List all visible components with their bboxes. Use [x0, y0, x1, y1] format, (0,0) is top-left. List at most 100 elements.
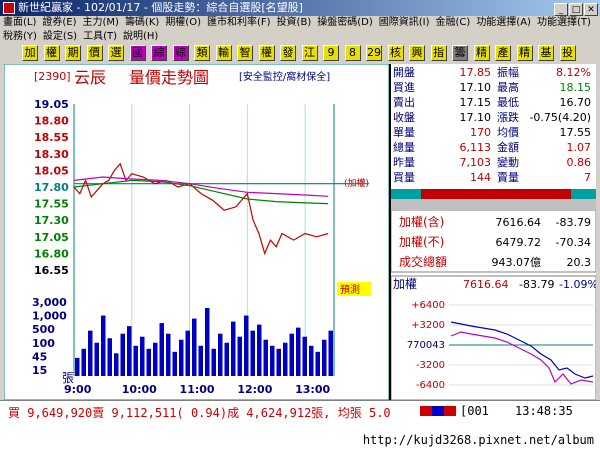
- toolbar-button-5[interactable]: 國: [129, 45, 146, 61]
- toolbar-button-20[interactable]: 籌: [452, 45, 468, 61]
- quote-value: 8.12%: [556, 66, 591, 79]
- price-tick-label: 18.80: [34, 115, 69, 128]
- toolbar-button-9[interactable]: 輸: [215, 45, 232, 61]
- toolbar-button-14[interactable]: 9: [323, 45, 339, 61]
- quote-label: 變動: [497, 155, 519, 169]
- quote-value: 17.85: [460, 66, 492, 79]
- price-tick-label: 18.05: [34, 164, 69, 177]
- close-button[interactable]: ✕: [584, 3, 598, 16]
- menu-item-menu1-8[interactable]: 國際資訊(I): [376, 16, 433, 30]
- menu-item-menu1-9[interactable]: 金融(C): [433, 16, 474, 30]
- volume-bar: [198, 345, 203, 376]
- toolbar-button-4[interactable]: 選: [108, 45, 124, 61]
- quote-value: 1.07: [567, 141, 592, 154]
- menu-item-menu2-0[interactable]: 稅務(Y): [0, 30, 40, 44]
- volume-bar: [296, 327, 301, 376]
- menu-item-menu2-1[interactable]: 設定(S): [40, 30, 80, 44]
- index-summary-label: 加權(不): [399, 235, 444, 249]
- quote-label: 買量: [393, 171, 415, 184]
- volume-bar: [94, 342, 99, 376]
- toolbar-button-1[interactable]: 權: [43, 45, 60, 61]
- quote-label: 昨量: [393, 156, 415, 169]
- volume-bar: [257, 324, 262, 376]
- mini-chart-tick: 770043: [407, 340, 445, 351]
- toolbar-button-17[interactable]: 核: [387, 45, 404, 61]
- index-summary-change: -83.79: [556, 216, 591, 229]
- toolbar-button-23[interactable]: 精: [516, 45, 533, 61]
- quick-toolbar: 加權期價選國綜綜類輸智權發江 9 8 29 核興指籌精產精基投: [0, 44, 600, 62]
- maximize-button[interactable]: □: [569, 3, 583, 16]
- quote-label: 振幅: [497, 65, 519, 79]
- toolbar-button-6[interactable]: 綜: [151, 45, 167, 61]
- menu-item-menu1-2[interactable]: 主力(M): [80, 16, 122, 30]
- volume-tick-label: 1,000: [32, 310, 67, 323]
- menu-item-menu1-5[interactable]: 匯市和利率(F): [204, 16, 274, 30]
- toolbar-button-0[interactable]: 加: [22, 45, 38, 61]
- price-tick-label: 18.55: [34, 131, 69, 144]
- main-area: [2390] 云辰 量價走勢圖 [安全監控/窩材保全] (加權) 預測 張 19…: [3, 63, 596, 401]
- volume-bar: [211, 348, 216, 376]
- menu-item-menu1-10[interactable]: 功能選擇(A): [473, 16, 534, 30]
- bid-ask-bar: [421, 189, 571, 199]
- toolbar-button-2[interactable]: 期: [65, 45, 81, 61]
- index-summary-value: 943.07億: [492, 256, 542, 269]
- time-tick-label: 10:00: [122, 383, 157, 396]
- quote-value: 6,113: [460, 141, 492, 154]
- quote-label: 賣量: [497, 170, 519, 184]
- toolbar-button-11[interactable]: 權: [258, 45, 275, 61]
- menu-item-menu1-3[interactable]: 籌碼(K): [122, 16, 162, 30]
- volume-bar: [81, 348, 86, 376]
- toolbar-button-15[interactable]: 8: [344, 45, 361, 61]
- toolbar-button-24[interactable]: 基: [538, 45, 554, 61]
- volume-bar: [127, 326, 132, 376]
- window-title: 新世紀贏家 - 102/01/17 - 個股走勢：綜合自選股[名望股]: [18, 1, 303, 14]
- pre-open-text: 預測: [340, 283, 360, 296]
- toolbar-button-18[interactable]: 興: [409, 45, 425, 61]
- quote-value: 18.15: [560, 81, 592, 94]
- toolbar-button-12[interactable]: 發: [280, 45, 296, 61]
- toolbar-button-21[interactable]: 精: [473, 45, 490, 61]
- volume-bar: [133, 345, 138, 376]
- stock-tag: [安全監控/窩材保全]: [239, 70, 330, 83]
- toolbar-button-22[interactable]: 產: [495, 45, 511, 61]
- toolbar-button-13[interactable]: 江: [301, 45, 318, 61]
- volume-bar: [270, 345, 275, 376]
- menu-item-menu2-3[interactable]: 說明(H): [120, 30, 161, 44]
- volume-tick-label: 500: [32, 323, 55, 336]
- price-tick-label: 17.30: [34, 214, 69, 227]
- menu-bar-row1: 畫面(L) 證券(E) 主力(M) 籌碼(K) 期權(O) 匯市和利率(F) 投資(B) 操盤…: [0, 16, 600, 30]
- quote-label: 單量: [393, 126, 415, 139]
- toolbar-button-19[interactable]: 指: [430, 45, 447, 61]
- menu-item-menu1-7[interactable]: 操盤密碼(D): [314, 16, 376, 30]
- toolbar-button-25[interactable]: 投: [559, 45, 576, 61]
- volume-bar: [224, 342, 229, 376]
- volume-tick-label: 45: [32, 350, 47, 363]
- toolbar-button-7[interactable]: 綜: [172, 45, 189, 61]
- volume-bar: [263, 339, 268, 376]
- volume-bar: [276, 348, 281, 376]
- menu-item-menu1-4[interactable]: 期權(O): [162, 16, 204, 30]
- index-summary-change: -70.34: [556, 236, 591, 249]
- mini-chart-tick: +6400: [411, 300, 445, 311]
- volume-bar: [192, 318, 197, 376]
- minimize-button[interactable]: _: [554, 3, 568, 16]
- menu-item-menu1-0[interactable]: 畫面(L): [0, 16, 39, 30]
- menu-item-menu1-6[interactable]: 投資(B): [274, 16, 315, 30]
- mini-chart-value: 7616.64: [463, 278, 509, 291]
- menu-item-menu2-2[interactable]: 工具(T): [80, 30, 120, 44]
- price-tick-label: 19.05: [34, 98, 69, 111]
- toolbar-button-10[interactable]: 智: [237, 45, 253, 61]
- volume-bar: [283, 342, 288, 376]
- toolbar-button-8[interactable]: 類: [194, 45, 210, 61]
- mini-chart-tick: +3200: [411, 320, 445, 331]
- volume-bar: [244, 315, 249, 376]
- toolbar-button-16[interactable]: 29: [366, 45, 382, 61]
- toolbar-button-3[interactable]: 價: [86, 45, 103, 61]
- price-volume-chart: [2390] 云辰 量價走勢圖 [安全監控/窩材保全] (加權) 預測 張 19…: [3, 63, 390, 401]
- volume-bar: [250, 330, 255, 376]
- menu-item-menu1-1[interactable]: 證券(E): [39, 16, 79, 30]
- menu-item-menu1-11[interactable]: 功能選擇(T): [534, 16, 594, 30]
- volume-bar: [302, 336, 307, 376]
- chart-title: 量價走勢圖: [129, 68, 209, 87]
- quote-value: 16.70: [560, 96, 592, 109]
